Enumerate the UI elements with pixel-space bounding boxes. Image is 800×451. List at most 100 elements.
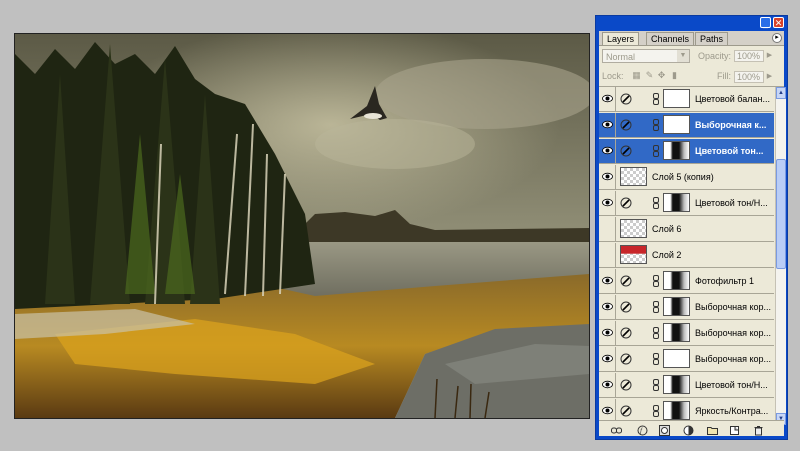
visibility-toggle[interactable] [599, 165, 616, 189]
tab-channels[interactable]: Channels [646, 32, 695, 45]
scrollbar-thumb[interactable] [776, 159, 786, 269]
lock-all-icon[interactable]: ▮ [670, 71, 679, 80]
layers-scrollbar[interactable]: ▲ ▼ [775, 87, 786, 425]
layer-row[interactable]: Слой 2 [599, 243, 774, 268]
adjustment-layer-icon [620, 353, 632, 365]
adjustment-layer-icon [620, 197, 632, 209]
link-chain-icon[interactable] [653, 275, 659, 287]
layer-row[interactable]: Выборочная кор... [599, 347, 774, 372]
link-chain-icon[interactable] [653, 197, 659, 209]
layer-thumbnail[interactable] [663, 401, 690, 420]
layer-name: Цветовой балан... [695, 94, 770, 104]
adjustment-icon[interactable] [683, 423, 694, 436]
visibility-toggle[interactable] [599, 321, 616, 345]
visibility-toggle[interactable] [599, 217, 616, 241]
layer-row[interactable]: Цветовой тон... [599, 139, 774, 164]
lock-transparency-icon[interactable]: ▦ [632, 71, 641, 80]
layer-thumbnail[interactable] [663, 323, 690, 342]
lock-image-icon[interactable]: ✎ [645, 71, 654, 80]
layer-row[interactable]: Цветовой балан... [599, 87, 774, 112]
new-layer-icon[interactable] [729, 423, 740, 435]
eye-icon [602, 94, 613, 103]
layer-thumbnail[interactable] [663, 375, 690, 394]
layer-thumbnail[interactable] [620, 167, 647, 186]
adjustment-layer-icon [620, 379, 632, 391]
lock-position-icon[interactable]: ✥ [657, 71, 666, 80]
layer-row[interactable]: Цветовой тон/Н... [599, 191, 774, 216]
panel-menu-icon[interactable]: ▸ [772, 33, 782, 43]
visibility-toggle[interactable] [599, 113, 616, 137]
opacity-input[interactable]: 100% [734, 50, 764, 62]
layers-panel: _ ✕ Layers Channels Paths ▸ Normal ▼ Opa… [595, 15, 788, 440]
layer-thumbnail[interactable] [620, 245, 647, 264]
adjustment-layer-icon [620, 327, 632, 339]
layer-name: Фотофильтр 1 [695, 276, 754, 286]
eye-icon [602, 146, 613, 155]
link-icon[interactable] [611, 423, 622, 434]
visibility-toggle[interactable] [599, 139, 616, 163]
layer-name: Цветовой тон/Н... [695, 380, 768, 390]
link-chain-icon[interactable] [653, 301, 659, 313]
adjustment-layer-icon [620, 275, 632, 287]
visibility-toggle[interactable] [599, 295, 616, 319]
document-canvas[interactable] [14, 33, 590, 419]
link-chain-icon[interactable] [653, 327, 659, 339]
visibility-toggle[interactable] [599, 269, 616, 293]
close-icon[interactable]: ✕ [773, 17, 784, 28]
minimize-icon[interactable]: _ [760, 17, 771, 28]
layer-name: Слой 2 [652, 250, 682, 260]
eye-icon [602, 406, 613, 415]
blend-mode-select[interactable]: Normal ▼ [602, 49, 690, 63]
fill-label: Fill: [717, 71, 731, 81]
link-chain-icon[interactable] [653, 405, 659, 417]
svg-text:f: f [640, 427, 643, 435]
tab-paths[interactable]: Paths [695, 32, 729, 45]
landscape-photo [15, 34, 589, 418]
layer-thumbnail[interactable] [663, 349, 690, 368]
visibility-toggle[interactable] [599, 87, 616, 111]
layer-name: Выборочная к... [695, 120, 767, 130]
layer-name: Выборочная кор... [695, 328, 772, 338]
layer-thumbnail[interactable] [663, 141, 690, 160]
layer-thumbnail[interactable] [663, 271, 690, 290]
visibility-toggle[interactable] [599, 373, 616, 397]
layer-thumbnail[interactable] [663, 89, 690, 108]
link-chain-icon[interactable] [653, 119, 659, 131]
layer-thumbnail[interactable] [663, 115, 690, 134]
eye-icon [602, 172, 613, 181]
panel-titlebar[interactable]: _ ✕ [596, 16, 787, 31]
layer-name: Выборочная кор... [695, 354, 772, 364]
adjustment-layer-icon [620, 405, 632, 417]
layer-row[interactable]: Цветовой тон/Н... [599, 373, 774, 398]
layer-row[interactable]: Фотофильтр 1 [599, 269, 774, 294]
layer-row[interactable]: Выборочная к... [599, 113, 774, 138]
group-folder-icon[interactable] [707, 423, 718, 435]
layer-name: Цветовой тон/Н... [695, 198, 768, 208]
link-chain-icon[interactable] [653, 93, 659, 105]
link-chain-icon[interactable] [653, 353, 659, 365]
adjustment-layer-icon [620, 145, 632, 157]
layer-style-icon[interactable]: f [637, 423, 648, 436]
layer-row[interactable]: Выборочная кор... [599, 295, 774, 320]
tab-layers[interactable]: Layers [602, 32, 640, 45]
blend-mode-value: Normal [606, 52, 636, 62]
layer-thumbnail[interactable] [663, 297, 690, 316]
layer-row[interactable]: Выборочная кор... [599, 321, 774, 346]
link-chain-icon[interactable] [653, 379, 659, 391]
visibility-toggle[interactable] [599, 243, 616, 267]
visibility-toggle[interactable] [599, 191, 616, 215]
trash-icon[interactable] [753, 423, 764, 436]
layer-thumbnail[interactable] [663, 193, 690, 212]
fill-slider-arrow-icon[interactable]: ▶ [765, 71, 774, 83]
layer-thumbnail[interactable] [620, 219, 647, 238]
visibility-toggle[interactable] [599, 347, 616, 371]
adjustment-layer-icon [620, 119, 632, 131]
fill-input[interactable]: 100% [734, 71, 764, 83]
chevron-down-icon: ▼ [677, 50, 689, 62]
mask-icon[interactable] [659, 423, 670, 436]
layer-row[interactable]: Слой 6 [599, 217, 774, 242]
layer-row[interactable]: Слой 5 (копия) [599, 165, 774, 190]
scroll-up-icon[interactable]: ▲ [776, 87, 786, 99]
opacity-slider-arrow-icon[interactable]: ▶ [765, 50, 774, 62]
link-chain-icon[interactable] [653, 145, 659, 157]
